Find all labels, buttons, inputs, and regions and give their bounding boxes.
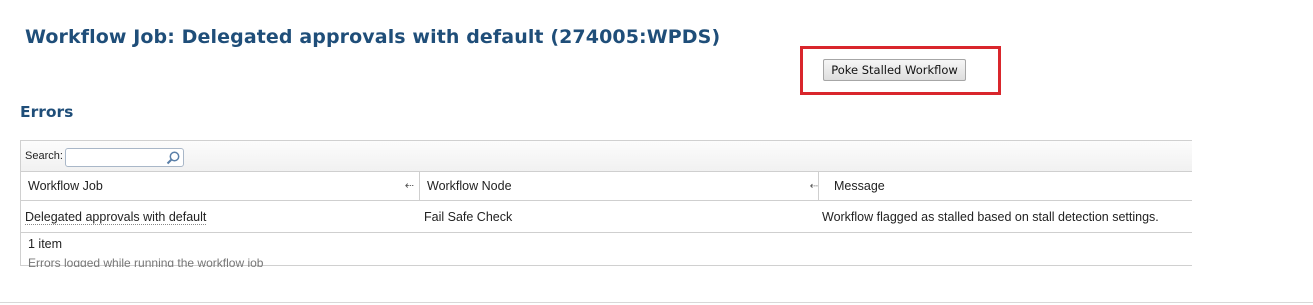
column-header-label: Workflow Node — [427, 179, 512, 193]
grid-header-row: Workflow Job ⇠ Workflow Node ⇠ Message — [21, 172, 1192, 201]
column-header-label: Message — [834, 179, 885, 193]
cell-workflow-node: Fail Safe Check — [424, 210, 513, 224]
column-header-workflow-job[interactable]: Workflow Job ⇠ — [21, 172, 420, 201]
column-header-label: Workflow Job — [28, 179, 103, 193]
column-header-message[interactable]: Message — [827, 172, 885, 201]
cell-workflow-job[interactable]: Delegated approvals with default — [25, 201, 207, 233]
search-label: Search: — [25, 150, 63, 162]
workflow-job-link[interactable]: Delegated approvals with default — [25, 210, 207, 225]
errors-grid: Search: Workflow Job ⇠ Workflow Node ⇠ M… — [20, 140, 1192, 267]
grid-footer: 1 item Errors logged while running the w… — [21, 233, 1192, 267]
cell-message: Workflow flagged as stalled based on sta… — [822, 210, 1159, 224]
bottom-divider — [0, 302, 1313, 303]
poke-stalled-workflow-button[interactable]: Poke Stalled Workflow — [823, 59, 966, 81]
grid-toolbar: Search: — [21, 141, 1192, 172]
sort-icon[interactable]: ⇠ — [809, 172, 819, 201]
errors-heading: Errors — [20, 103, 74, 121]
item-count: 1 item — [28, 237, 63, 251]
footer-note: Errors logged while running the workflow… — [28, 256, 264, 267]
sort-icon[interactable]: ⇠ — [405, 172, 414, 201]
table-row[interactable]: Delegated approvals with default Fail Sa… — [21, 201, 1192, 233]
search-icon[interactable] — [165, 150, 181, 166]
page-title: Workflow Job: Delegated approvals with d… — [25, 26, 721, 48]
column-header-workflow-node[interactable]: Workflow Node — [420, 172, 819, 201]
